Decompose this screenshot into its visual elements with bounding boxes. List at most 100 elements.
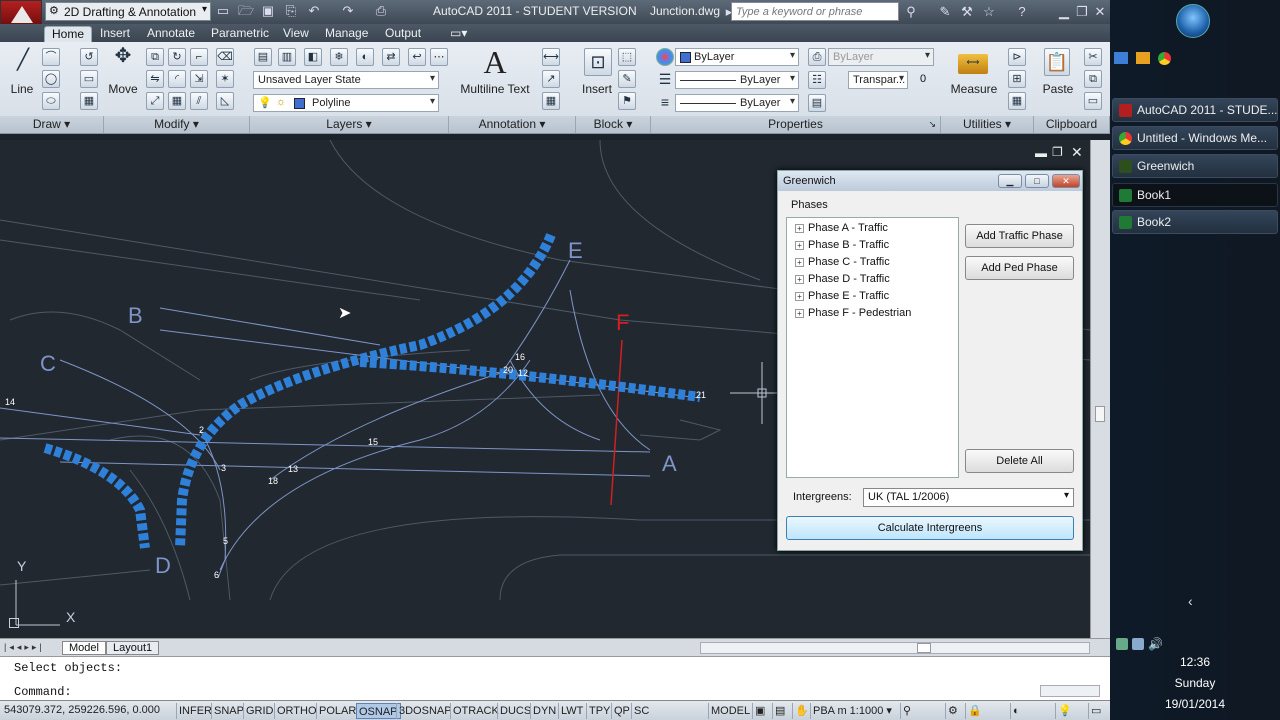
copy-icon[interactable]: ⧉ [146, 48, 164, 66]
measure-icon[interactable]: ⟷ [958, 54, 988, 74]
tree-node-phase-d[interactable]: + Phase D - Traffic [795, 273, 890, 285]
horizontal-scrollbar[interactable] [700, 642, 1090, 654]
network-icon[interactable] [1132, 638, 1144, 650]
tab-nav-arrows-icon[interactable]: |◂◂▸▸| [4, 642, 45, 653]
toggle-infer[interactable]: INFER [176, 703, 214, 719]
move-icon[interactable]: ✥ [110, 46, 136, 74]
calculator-icon[interactable]: ▦ [1008, 92, 1026, 110]
mirror-icon[interactable]: ⇋ [146, 70, 164, 88]
expand-icon[interactable]: + [795, 223, 804, 233]
greenwich-close-icon[interactable]: ✕ [1052, 174, 1080, 188]
layout-icon[interactable]: ▣ [752, 703, 767, 719]
dimension-icon[interactable]: ⟷ [542, 48, 560, 66]
utilities-panel-label[interactable]: Utilities ▾ [941, 116, 1034, 133]
clock-time[interactable]: 12:36 [1150, 655, 1240, 669]
circle-icon[interactable]: ◯ [42, 70, 60, 88]
color-dropdown[interactable]: ByLayer [675, 48, 799, 66]
toggle-ortho[interactable]: ORTHO [274, 703, 319, 719]
layer-state-dropdown[interactable]: Unsaved Layer State [253, 71, 439, 89]
annotation-scale-dropdown[interactable]: PBA m 1:1000 ▾ [810, 703, 894, 719]
calculate-intergreens-button[interactable]: Calculate Intergreens [786, 516, 1074, 540]
toggle-dyn[interactable]: DYN [530, 703, 558, 719]
undo-icon[interactable]: ↶ [306, 3, 322, 19]
plot-icon[interactable]: ⎙ [373, 3, 389, 19]
scale-icon[interactable]: ⤢ [146, 92, 164, 110]
show-desktop-icon[interactable] [1114, 52, 1128, 64]
taskbar-item-greenwich[interactable]: Greenwich [1112, 154, 1278, 178]
new-icon[interactable]: ▭ [215, 3, 231, 19]
transparency-dropdown[interactable]: Transpar... [848, 71, 908, 89]
trim-icon[interactable]: ⌐ [190, 48, 208, 66]
layer-isolate-icon[interactable]: ◧ [304, 48, 322, 66]
redo-icon[interactable]: ↷ [340, 3, 356, 19]
lineweight-dropdown[interactable]: ByLayer [675, 71, 799, 89]
horizontal-scroll-thumb[interactable] [917, 643, 931, 653]
tab-manage[interactable]: Manage [318, 26, 375, 42]
toggle-otrack[interactable]: OTRACK [450, 703, 501, 719]
toggle-ducs[interactable]: DUCS [497, 703, 533, 719]
isolate-icon[interactable]: ◐ [1010, 703, 1022, 719]
layers-panel-label[interactable]: Layers ▾ [250, 116, 449, 133]
toggle-polar[interactable]: POLAR [316, 703, 358, 719]
expand-icon[interactable]: + [795, 308, 804, 318]
open-icon[interactable]: 🗁 [238, 3, 254, 19]
toggle-lwt[interactable]: LWT [558, 703, 585, 719]
restore-icon[interactable]: ❐ [1073, 3, 1091, 21]
layer-state-icon[interactable]: ▥ [278, 48, 296, 66]
tray-icon[interactable] [1116, 638, 1128, 650]
copy-clip-icon[interactable]: ⧉ [1084, 70, 1102, 88]
tree-node-phase-f[interactable]: + Phase F - Pedestrian [795, 307, 911, 319]
quick-view-icon[interactable]: ▤ [772, 703, 787, 719]
color-wheel-icon[interactable] [656, 48, 674, 66]
greenwich-minimize-icon[interactable]: ▁ [998, 174, 1022, 188]
start-button-icon[interactable] [1176, 4, 1210, 38]
viewport-restore-icon[interactable]: ❐ [1052, 145, 1063, 159]
modify-panel-label[interactable]: Modify ▾ [104, 116, 250, 133]
viewport-minimize-icon[interactable]: ▬ [1035, 146, 1047, 160]
model-space-button[interactable]: MODEL [708, 703, 752, 719]
toggle-tpy[interactable]: TPY [586, 703, 612, 719]
clipboard-panel-label[interactable]: Clipboard [1034, 116, 1110, 133]
select-all-icon[interactable]: ⊞ [1008, 70, 1026, 88]
layer-properties-icon[interactable]: ▤ [254, 48, 272, 66]
ribbon-minimize-icon[interactable]: ▭▾ [443, 26, 474, 42]
tree-node-phase-e[interactable]: + Phase E - Traffic [795, 290, 889, 302]
taskbar-item-autocad[interactable]: AutoCAD 2011 - STUDE... [1112, 98, 1278, 122]
add-ped-phase-button[interactable]: Add Ped Phase [965, 256, 1074, 280]
tab-home[interactable]: Home [44, 26, 93, 42]
match-icon[interactable]: ▭ [1084, 92, 1102, 110]
chrome-icon[interactable] [1158, 52, 1171, 65]
workspace-switch-icon[interactable]: ⚙ [945, 703, 960, 719]
annotation-visibility-icon[interactable]: ⚲ [900, 703, 913, 719]
expand-icon[interactable]: + [795, 240, 804, 250]
plotstyle-dropdown[interactable]: ByLayer [828, 48, 934, 66]
search-input[interactable]: Type a keyword or phrase [731, 2, 899, 21]
draw-panel-label[interactable]: Draw ▾ [0, 116, 104, 133]
tab-model[interactable]: Model [62, 641, 106, 655]
tab-view[interactable]: View [276, 26, 316, 42]
taskbar-item-book1[interactable]: Book1 [1112, 183, 1278, 207]
save-icon[interactable]: ▣ [260, 3, 276, 19]
toggle-qp[interactable]: QP [611, 703, 632, 719]
expand-icon[interactable]: + [795, 291, 804, 301]
vertical-scrollbar[interactable] [1090, 140, 1110, 638]
layer-dropdown[interactable]: 💡 ☼ Polyline [253, 94, 439, 112]
transparency-value[interactable]: 0 [912, 73, 934, 85]
minimize-icon[interactable]: ▁ [1055, 3, 1073, 21]
tab-parametric[interactable]: Parametric [204, 26, 276, 42]
array-icon[interactable]: ▦ [168, 92, 186, 110]
edit-block-icon[interactable]: ✎ [618, 70, 636, 88]
phases-tree[interactable]: + Phase A - Traffic + Phase B - Traffic + P… [786, 217, 959, 478]
hardware-acceleration-icon[interactable]: 💡 [1055, 703, 1074, 719]
greenwich-title-bar[interactable]: Greenwich ▁ □ ✕ [778, 171, 1082, 191]
fillet-icon[interactable]: ◜ [168, 70, 186, 88]
toggle-sc[interactable]: SC [631, 703, 651, 719]
pan-icon[interactable]: ✋ [792, 703, 811, 719]
clean-screen-icon[interactable]: ▭ [1088, 703, 1103, 719]
layer-walk-icon[interactable]: ⋯ [430, 48, 448, 66]
offset-icon[interactable]: ⫽ [190, 92, 208, 110]
toggle-snap[interactable]: SNAP [211, 703, 246, 719]
taskbar-item-book2[interactable]: Book2 [1112, 210, 1278, 234]
toggle-3dosnap[interactable]: 3DOSNAP [396, 703, 454, 719]
arc-icon[interactable]: ↺ [80, 48, 98, 66]
